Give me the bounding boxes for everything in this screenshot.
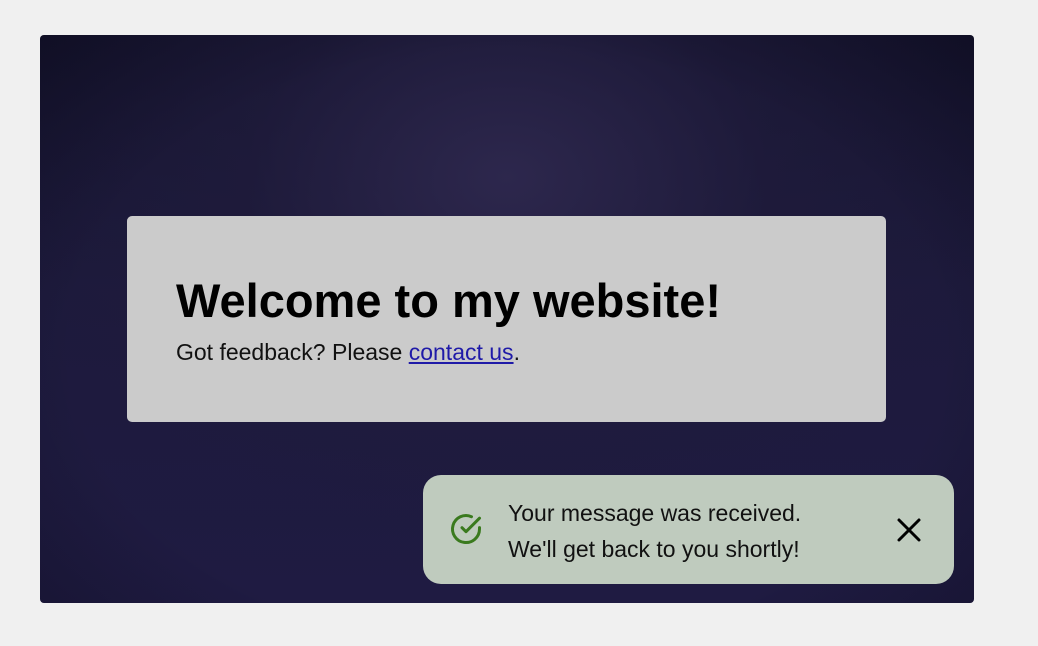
toast-line-1: Your message was received. xyxy=(508,500,802,526)
feedback-text: Got feedback? Please contact us. xyxy=(176,338,886,366)
toast-message: Your message was received. We'll get bac… xyxy=(508,495,801,567)
success-toast: Your message was received. We'll get bac… xyxy=(423,475,954,584)
toast-line-2: We'll get back to you shortly! xyxy=(508,536,800,562)
contact-us-link[interactable]: contact us xyxy=(409,339,514,365)
feedback-prefix: Got feedback? Please xyxy=(176,339,409,365)
feedback-suffix: . xyxy=(513,339,520,365)
page: Welcome to my website! Got feedback? Ple… xyxy=(0,0,1038,646)
close-icon[interactable] xyxy=(894,515,924,545)
check-circle-icon xyxy=(448,511,484,547)
page-title: Welcome to my website! xyxy=(176,274,721,327)
welcome-card: Welcome to my website! Got feedback? Ple… xyxy=(127,216,886,422)
